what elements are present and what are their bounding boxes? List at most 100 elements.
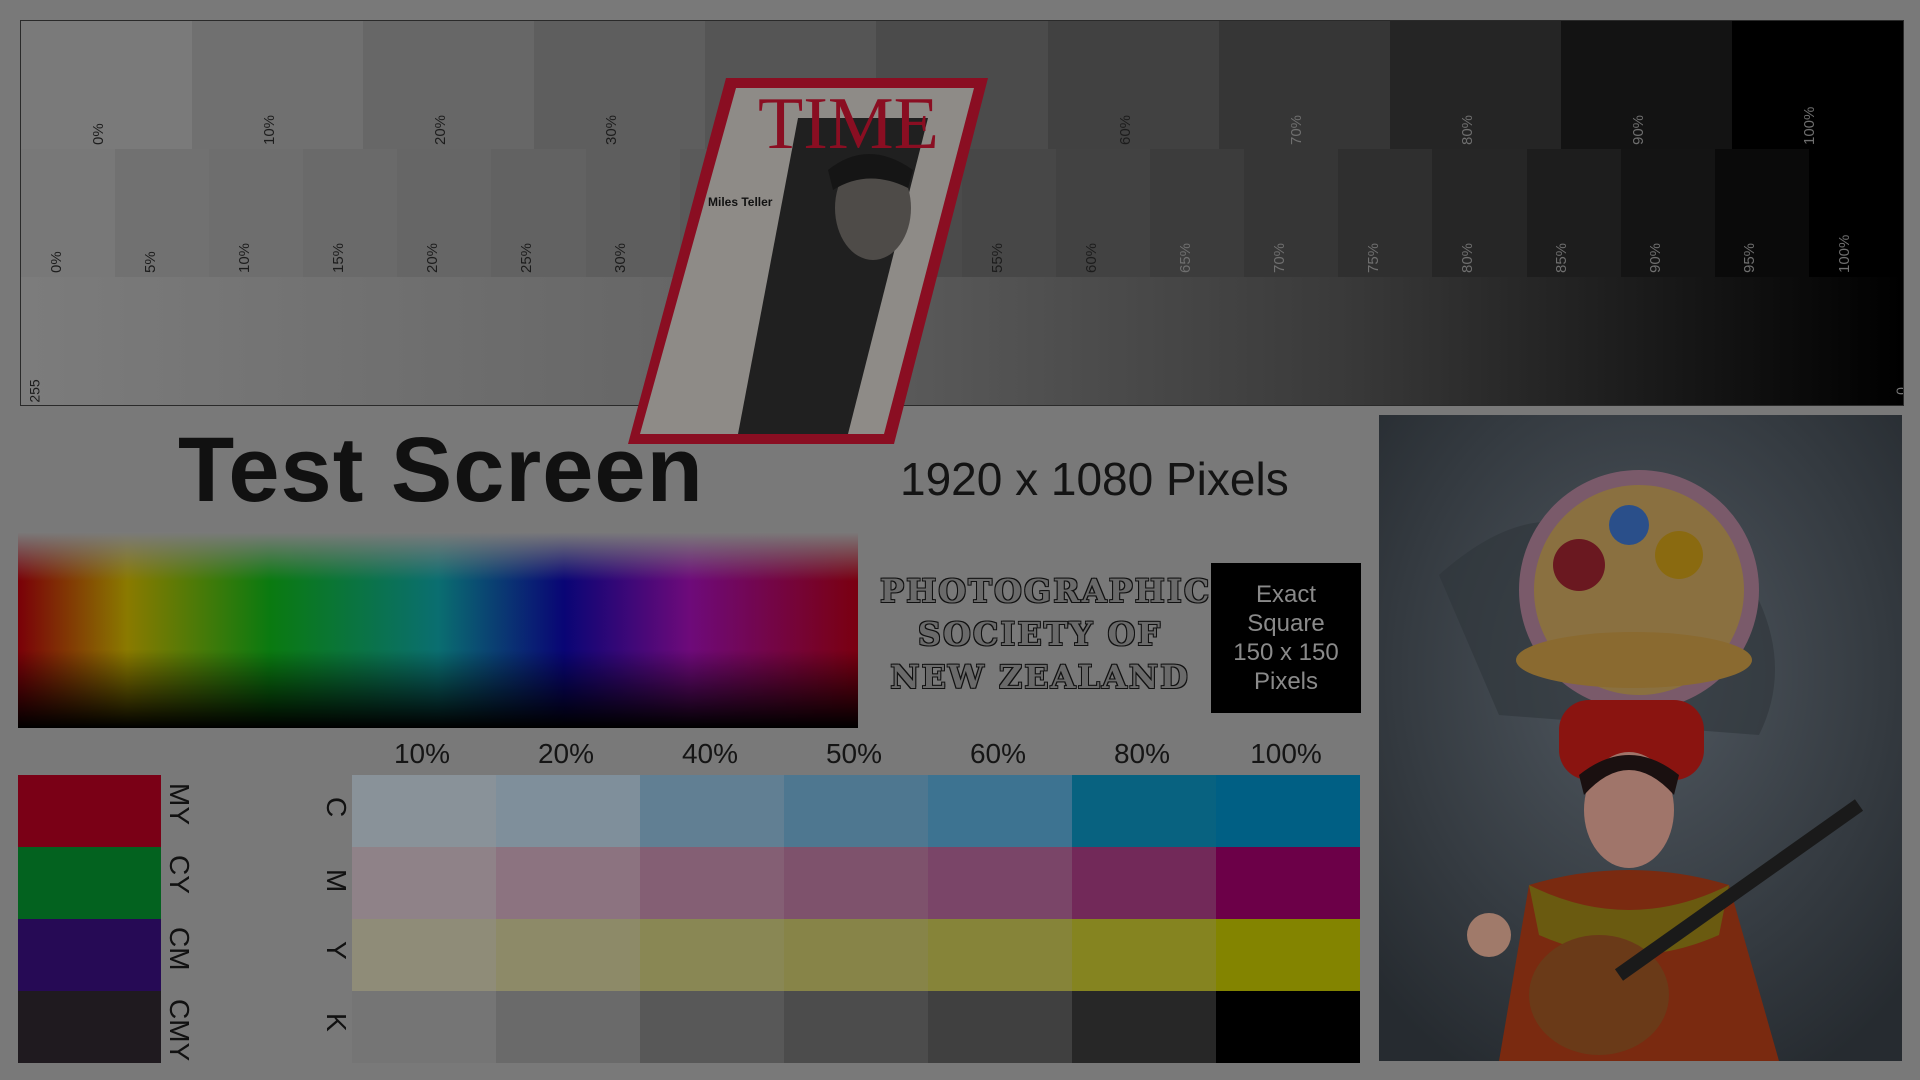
grayscale-coarse-label: 0% xyxy=(90,123,108,145)
gradient-start-label: 255 xyxy=(26,379,43,403)
swatch-label: CY xyxy=(164,855,195,894)
ink-cell xyxy=(1072,847,1216,919)
grayscale-coarse-cell: 0% xyxy=(21,21,193,149)
ink-cell xyxy=(496,919,640,991)
grayscale-fine-label: 70% xyxy=(1270,242,1288,273)
gradient-end-label: 0 xyxy=(1893,387,1903,395)
exact-square-box: Exact Square 150 x 150 Pixels xyxy=(1211,563,1361,713)
grayscale-fine-cell: 25% xyxy=(491,149,586,277)
magazine-masthead: TIME xyxy=(758,83,939,165)
grayscale-coarse-cell: 80% xyxy=(1389,21,1561,149)
ink-row-letter: Y xyxy=(321,941,352,960)
percent-header: 50% xyxy=(825,738,883,769)
ink-cell xyxy=(784,775,928,847)
grayscale-fine-label: 60% xyxy=(1082,242,1100,273)
ink-cell xyxy=(928,775,1072,847)
percent-header: 10% xyxy=(393,738,451,769)
magazine-cover-name: Miles Teller xyxy=(708,195,773,209)
ink-cell xyxy=(1216,991,1360,1063)
resolution-label: 1920 x 1080 Pixels xyxy=(900,453,1289,505)
ink-cell xyxy=(352,919,496,991)
grayscale-fine-label: 90% xyxy=(1647,242,1665,273)
performer-photo xyxy=(1379,415,1902,1061)
swatch-label: CM xyxy=(164,927,195,971)
grayscale-coarse-cell: 20% xyxy=(363,21,535,149)
grayscale-coarse-cell: 10% xyxy=(192,21,364,149)
grayscale-coarse-label: 80% xyxy=(1458,114,1476,145)
society-line-2: SOCIETY OF xyxy=(917,615,1163,653)
grayscale-fine-label: 25% xyxy=(518,242,536,273)
grayscale-fine-cell: 10% xyxy=(209,149,304,277)
grayscale-fine-label: 100% xyxy=(1835,234,1853,273)
grayscale-coarse-label: 100% xyxy=(1801,106,1819,145)
ink-cell xyxy=(1072,991,1216,1063)
page-title: Test Screen xyxy=(178,419,704,521)
ink-cell xyxy=(640,775,784,847)
ink-cell xyxy=(928,847,1072,919)
ink-cell xyxy=(640,919,784,991)
ink-cell xyxy=(1072,775,1216,847)
grayscale-coarse-label: 20% xyxy=(432,114,450,145)
ink-cell xyxy=(1072,919,1216,991)
grayscale-fine-cell: 0% xyxy=(21,149,116,277)
percent-header: 40% xyxy=(681,738,739,769)
society-logo-text: PHOTOGRAPHIC SOCIETY OF NEW ZEALAND xyxy=(880,570,1212,699)
grayscale-fine-label: 10% xyxy=(235,242,253,273)
grayscale-fine-label: 30% xyxy=(612,242,630,273)
square-line-1: Exact xyxy=(1255,581,1317,608)
grayscale-coarse-label: 70% xyxy=(1287,114,1305,145)
grayscale-coarse-cell: 90% xyxy=(1560,21,1732,149)
grayscale-coarse-cell: 100% xyxy=(1731,21,1903,149)
grayscale-coarse-label: 90% xyxy=(1629,114,1647,145)
percent-header: 20% xyxy=(537,738,595,769)
ink-cell xyxy=(928,991,1072,1063)
ink-cell xyxy=(640,847,784,919)
square-line-4: Pixels xyxy=(1253,668,1319,695)
ink-cell xyxy=(496,847,640,919)
percent-header: 60% xyxy=(969,738,1027,769)
grayscale-coarse-label: 60% xyxy=(1116,114,1134,145)
color-spectrum xyxy=(18,532,858,728)
ink-cell xyxy=(496,991,640,1063)
grayscale-fine-label: 15% xyxy=(330,242,348,273)
ink-cell xyxy=(784,919,928,991)
percent-header: 80% xyxy=(1113,738,1171,769)
magazine-cover-image: TIME Miles Teller xyxy=(628,78,988,444)
society-line-3: NEW ZEALAND xyxy=(890,658,1190,696)
ink-cell xyxy=(352,847,496,919)
ink-cell xyxy=(1216,847,1360,919)
grayscale-fine-label: 0% xyxy=(47,251,65,273)
grayscale-fine-cell: 75% xyxy=(1338,149,1433,277)
color-swatch xyxy=(18,847,161,919)
grayscale-fine-label: 80% xyxy=(1459,242,1477,273)
grayscale-fine-cell: 70% xyxy=(1244,149,1339,277)
grayscale-fine-label: 20% xyxy=(424,242,442,273)
grayscale-coarse-label: 30% xyxy=(603,114,621,145)
grayscale-coarse-cell: 70% xyxy=(1218,21,1390,149)
grayscale-fine-cell: 100% xyxy=(1808,149,1903,277)
ink-cell xyxy=(784,991,928,1063)
grayscale-fine-label: 65% xyxy=(1176,242,1194,273)
grayscale-fine-cell: 65% xyxy=(1150,149,1245,277)
color-swatch xyxy=(18,919,161,991)
ink-cell xyxy=(1216,775,1360,847)
grayscale-fine-cell: 85% xyxy=(1526,149,1621,277)
square-line-2: Square xyxy=(1247,610,1325,637)
ink-row-letter: K xyxy=(321,1013,352,1032)
grayscale-fine-label: 55% xyxy=(988,242,1006,273)
swatch-label: MY xyxy=(164,783,195,825)
ink-cell xyxy=(1216,919,1360,991)
percent-header: 100% xyxy=(1250,738,1322,769)
grayscale-fine-label: 75% xyxy=(1365,242,1383,273)
grayscale-fine-label: 5% xyxy=(141,251,159,273)
grayscale-fine-cell: 90% xyxy=(1620,149,1715,277)
grayscale-coarse-label: 10% xyxy=(261,114,279,145)
grayscale-fine-label: 95% xyxy=(1741,242,1759,273)
color-swatch xyxy=(18,991,161,1063)
swatch-label: CMY xyxy=(164,999,195,1062)
grayscale-coarse-cell: 60% xyxy=(1047,21,1219,149)
ink-cell xyxy=(496,775,640,847)
grayscale-fine-cell: 80% xyxy=(1432,149,1527,277)
ink-cell xyxy=(640,991,784,1063)
society-line-1: PHOTOGRAPHIC xyxy=(880,572,1212,610)
